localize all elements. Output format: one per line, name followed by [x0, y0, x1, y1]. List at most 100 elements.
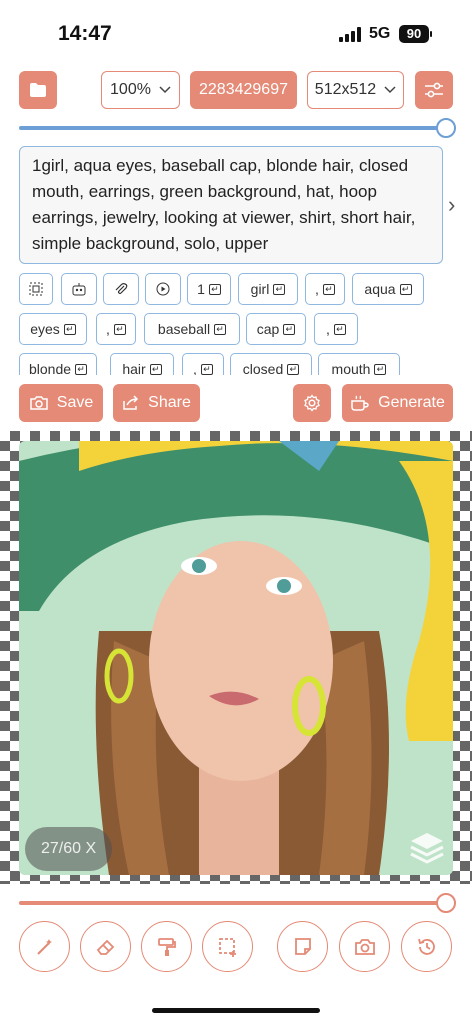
chip-token[interactable]: cap ↵ — [246, 313, 306, 345]
folder-icon — [30, 83, 46, 97]
chip-token[interactable]: , ↵ — [314, 313, 358, 345]
zoom-select[interactable]: 100% — [101, 71, 180, 109]
zoom-value: 100% — [110, 81, 151, 98]
portrait-illustration — [19, 441, 453, 875]
chip-token[interactable]: eyes ↵ — [19, 313, 87, 345]
eraser-button[interactable] — [80, 921, 131, 972]
layers-icon — [410, 833, 444, 864]
eraser-icon — [96, 939, 114, 955]
prompt-input[interactable]: 1girl, aqua eyes, baseball cap, blonde h… — [19, 146, 443, 264]
brush-size-slider[interactable] — [19, 893, 456, 913]
robot-icon — [72, 283, 86, 296]
layers-button[interactable] — [407, 827, 447, 871]
chip-label: , — [193, 361, 197, 375]
history-button[interactable] — [401, 921, 452, 972]
token-chips: 1 ↵ girl ↵ , ↵ aqua ↵ eyes ↵ , ↵ baseball ↵ cap… — [19, 271, 456, 375]
slider-track — [19, 126, 456, 130]
chip-token[interactable]: mouth ↵ — [318, 353, 400, 375]
selection-icon — [218, 937, 236, 957]
note-icon — [294, 937, 311, 955]
return-icon: ↵ — [214, 323, 227, 335]
slider-knob[interactable] — [436, 893, 456, 913]
chip-select[interactable] — [19, 273, 53, 305]
history-icon — [417, 938, 435, 955]
size-value: 512x512 — [314, 81, 377, 98]
chip-token[interactable]: aqua ↵ — [352, 273, 424, 305]
chip-label: , — [106, 321, 110, 337]
return-icon: ↵ — [399, 283, 412, 295]
battery-badge: 90 — [399, 25, 429, 43]
status-time: 14:47 — [58, 22, 112, 45]
signal-icon — [339, 27, 361, 42]
chip-label: girl — [250, 281, 270, 297]
chip-attach[interactable] — [103, 273, 139, 305]
chip-token[interactable]: baseball ↵ — [144, 313, 240, 345]
chip-label: , — [315, 281, 319, 297]
chip-label: aqua — [364, 281, 396, 297]
share-icon — [123, 395, 139, 410]
chevron-right-icon[interactable]: › — [448, 192, 455, 218]
settings-tune-button[interactable] — [415, 71, 453, 109]
return-icon: ↵ — [200, 363, 213, 375]
home-indicator — [152, 1008, 320, 1013]
coffee-icon — [351, 395, 369, 411]
chip-label: cap — [256, 321, 280, 337]
return-icon: ↵ — [283, 323, 296, 335]
return-icon: ↵ — [333, 323, 346, 335]
sliders-icon — [425, 82, 443, 98]
open-folder-button[interactable] — [19, 71, 57, 109]
note-button[interactable] — [277, 921, 328, 972]
play-icon — [156, 282, 170, 296]
chevron-down-icon — [384, 86, 396, 94]
generate-label: Generate — [378, 394, 445, 411]
save-button[interactable]: Save — [19, 384, 103, 422]
chip-token[interactable]: hair ↵ — [110, 353, 174, 375]
return-icon: ↵ — [287, 363, 300, 375]
size-select[interactable]: 512x512 — [307, 71, 404, 109]
camera-icon — [30, 396, 48, 410]
chip-play[interactable] — [145, 273, 181, 305]
seed-button[interactable]: 2283429697 — [190, 71, 297, 109]
camera-button[interactable] — [339, 921, 390, 972]
share-label: Share — [148, 394, 191, 411]
chip-token[interactable]: girl ↵ — [238, 273, 298, 305]
progress-counter: 27/60 X — [25, 827, 113, 871]
chip-token[interactable]: closed ↵ — [230, 353, 312, 375]
chip-label: mouth — [331, 361, 371, 375]
status-bar: 14:47 5G 90 — [0, 0, 472, 64]
chip-token[interactable]: blonde ↵ — [19, 353, 97, 375]
gear-icon — [304, 394, 320, 412]
return-icon: ↵ — [374, 363, 387, 375]
strength-slider[interactable] — [19, 118, 456, 138]
image-canvas[interactable]: 27/60 X — [0, 431, 472, 884]
chip-token[interactable]: , ↵ — [305, 273, 345, 305]
slider-knob[interactable] — [436, 118, 456, 138]
camera-icon — [354, 938, 375, 955]
return-icon: ↵ — [273, 283, 286, 295]
chip-label: 1 — [197, 281, 205, 297]
chip-token[interactable]: 1 ↵ — [187, 273, 231, 305]
chip-label: closed — [242, 361, 284, 375]
return-icon: ↵ — [149, 363, 162, 375]
chip-label: baseball — [157, 321, 211, 337]
chip-token[interactable]: , ↵ — [96, 313, 136, 345]
share-button[interactable]: Share — [113, 384, 200, 422]
generate-button[interactable]: Generate — [342, 384, 453, 422]
chip-label: , — [326, 321, 330, 337]
settings-button[interactable] — [293, 384, 331, 422]
selection-button[interactable] — [202, 921, 253, 972]
chip-robot[interactable] — [61, 273, 97, 305]
select-icon — [29, 282, 43, 296]
generated-image[interactable]: 27/60 X — [19, 441, 453, 875]
chip-token[interactable]: , ↵ — [182, 353, 224, 375]
battery-tip — [430, 31, 432, 37]
chip-label: hair — [122, 361, 146, 375]
return-icon: ↵ — [322, 283, 335, 295]
save-label: Save — [56, 394, 94, 411]
chip-label: blonde — [28, 361, 72, 375]
network-label: 5G — [369, 25, 391, 42]
magic-wand-button[interactable] — [19, 921, 70, 972]
paint-roller-button[interactable] — [141, 921, 192, 972]
chip-label: eyes — [30, 321, 60, 337]
return-icon: ↵ — [113, 323, 126, 335]
